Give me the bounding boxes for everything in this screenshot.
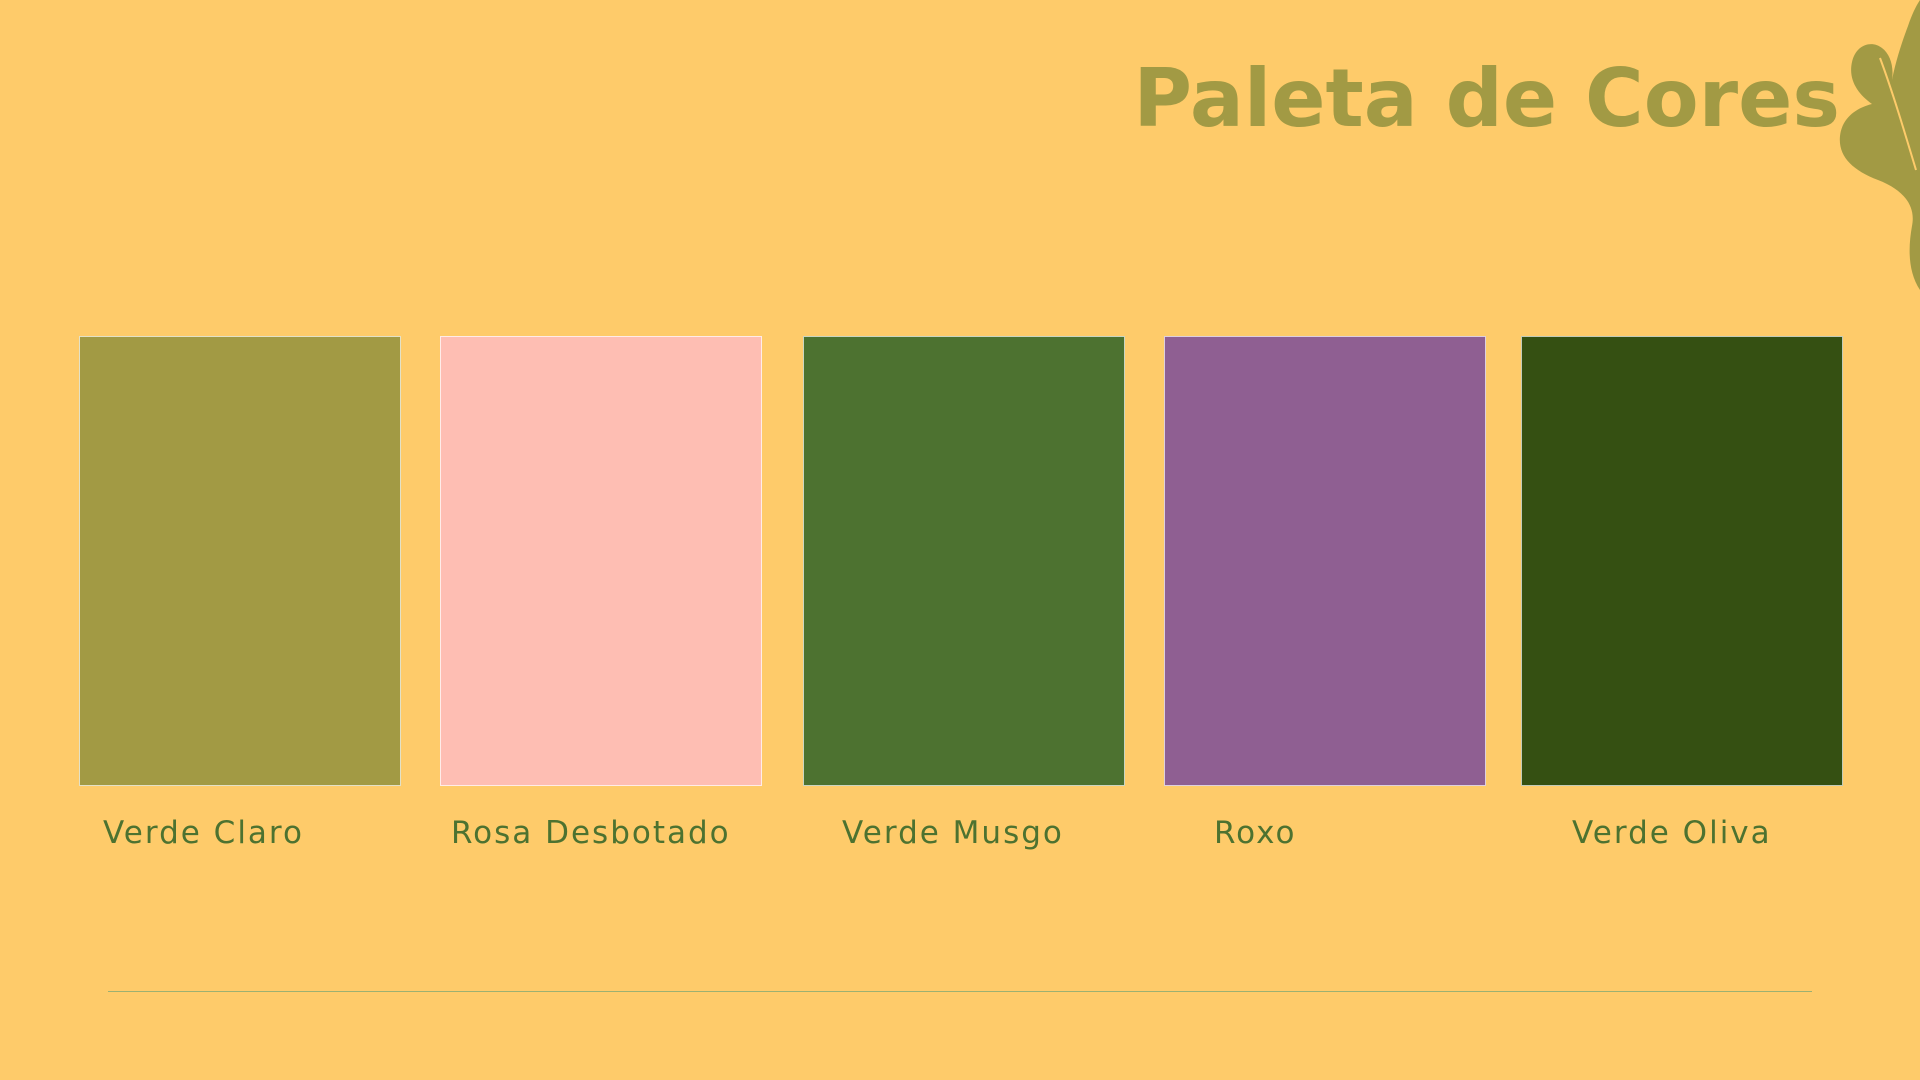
swatch-rosa-desbotado (440, 336, 762, 786)
swatch-verde-oliva (1521, 336, 1843, 786)
swatch-label: Rosa Desbotado (451, 815, 731, 851)
swatch-roxo (1164, 336, 1486, 786)
swatch-label: Verde Oliva (1572, 815, 1772, 851)
swatch-label: Verde Claro (103, 815, 304, 851)
swatch-verde-claro (79, 336, 401, 786)
page-title: Paleta de Cores (1133, 52, 1840, 145)
palette-slide: Paleta de Cores Verde Claro Rosa Desbota… (0, 0, 1920, 1080)
divider-line (108, 991, 1812, 992)
leaf-icon (1839, 0, 1920, 290)
swatch-label: Verde Musgo (842, 815, 1064, 851)
swatch-label: Roxo (1214, 815, 1297, 851)
swatch-verde-musgo (803, 336, 1125, 786)
